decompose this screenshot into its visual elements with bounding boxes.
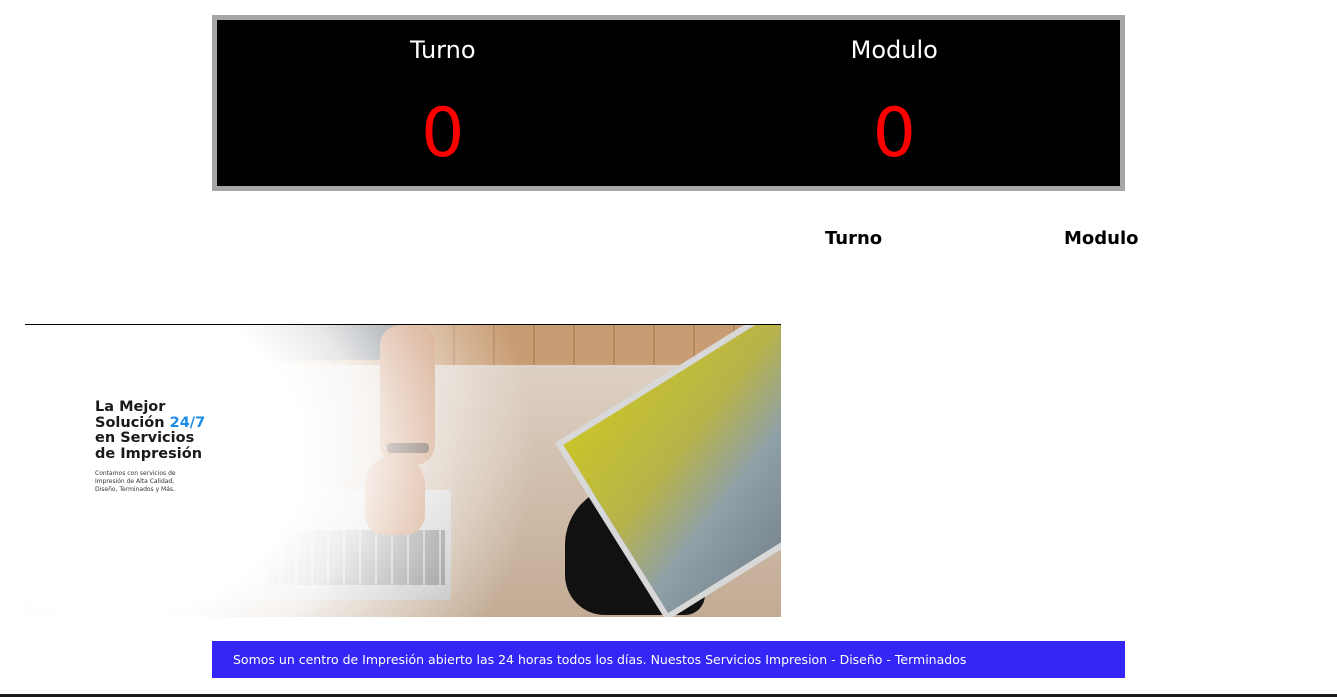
hero-title-accent: 24/7	[169, 414, 206, 431]
modulo-value: 0	[872, 94, 916, 173]
hero-title: La Mejor Solución 24/7 en Servicios de I…	[95, 399, 295, 462]
hero-subtitle-line: Diseño, Terminados y Más.	[95, 486, 175, 494]
hero-subtitle: Contamos con servicios de Impresión de A…	[95, 470, 245, 495]
hero-subtitle-line: Impresión de Alta Calidad,	[95, 478, 175, 486]
history-header-turno: Turno	[825, 228, 883, 249]
turno-label: Turno	[409, 36, 476, 64]
history-header-modulo: Modulo	[1064, 228, 1139, 249]
footer-marquee-banner: Somos un centro de Impresión abierto las…	[212, 641, 1125, 678]
modulo-label: Modulo	[850, 36, 938, 64]
turn-display-board: Turno 0 Modulo 0	[212, 15, 1125, 191]
hero-title-line: Solución 24/7	[95, 414, 295, 432]
hero-title-text: Solución	[95, 414, 170, 431]
turno-value: 0	[421, 94, 465, 173]
turno-column: Turno 0	[217, 20, 669, 186]
hero-title-line: en Servicios	[95, 430, 195, 446]
hero-subtitle-line: Contamos con servicios de	[95, 470, 176, 477]
hero-title-line: La Mejor	[95, 399, 166, 415]
hero-title-line: de Impresión	[95, 445, 203, 462]
modulo-column: Modulo 0	[669, 20, 1121, 186]
hero-banner-image: La Mejor Solución 24/7 en Servicios de I…	[25, 324, 781, 617]
